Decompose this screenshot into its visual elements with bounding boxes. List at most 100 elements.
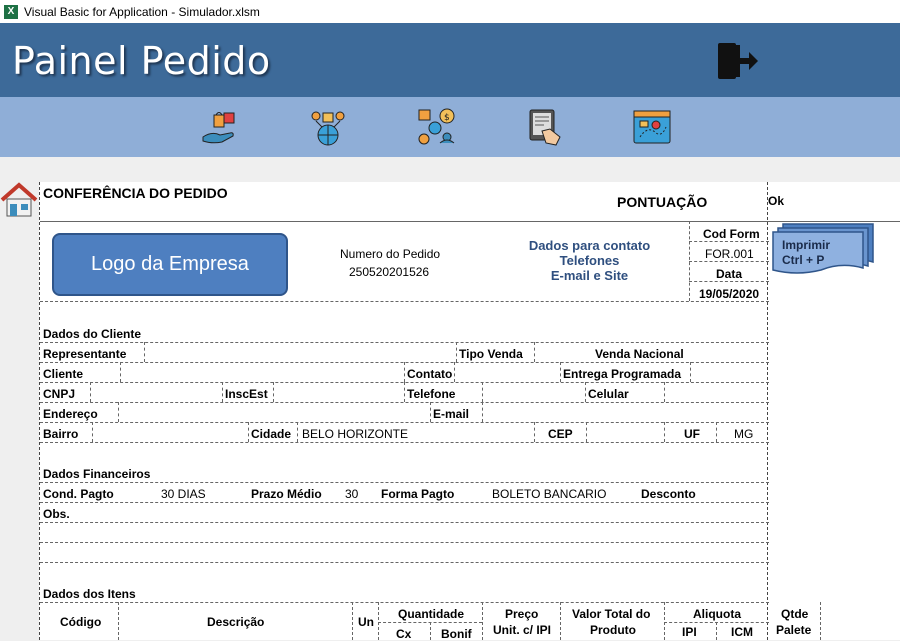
divider [40, 522, 769, 523]
tablet-touch-icon[interactable] [524, 107, 564, 147]
col-cx: Cx [396, 627, 412, 641]
page-title: Painel Pedido [12, 39, 271, 83]
itens-section-title: Dados dos Itens [43, 587, 136, 601]
col-bonif: Bonif [441, 627, 472, 641]
col-preco-unit: Unit. c/ IPI [493, 623, 552, 637]
divider [664, 602, 665, 640]
inscest-label: InscEst [225, 387, 268, 401]
divider [534, 342, 535, 362]
form-title: CONFERÊNCIA DO PEDIDO [43, 185, 228, 201]
forma-pagto-label: Forma Pagto [381, 487, 455, 501]
divider [690, 362, 691, 382]
divider [664, 382, 665, 402]
tipo-venda-label: Tipo Venda [459, 347, 523, 361]
col-descricao: Descrição [207, 615, 265, 629]
divider [689, 241, 769, 242]
divider [716, 422, 717, 442]
divider [404, 382, 405, 402]
divider [144, 342, 145, 362]
divider [454, 362, 455, 382]
divider [40, 542, 769, 543]
entrega-label: Entrega Programada [563, 367, 682, 381]
prazo-label: Prazo Médio [251, 487, 322, 501]
company-logo-button[interactable]: Logo da Empresa [52, 233, 288, 296]
exit-icon[interactable] [716, 41, 760, 81]
divider [560, 362, 561, 382]
divider [482, 382, 483, 402]
divider [40, 422, 769, 423]
divider [40, 502, 769, 503]
cond-pagto-value: 30 DIAS [161, 487, 206, 501]
cidade-label: Cidade [251, 427, 292, 441]
divider [40, 602, 769, 603]
divider [664, 422, 665, 442]
print-label-text: Imprimir [782, 238, 831, 252]
divider [222, 382, 223, 402]
divider [118, 402, 119, 422]
order-form: CONFERÊNCIA DO PEDIDO PONTUAÇÃO Logo da … [39, 182, 900, 641]
contact-info: Dados para contato Telefones E-mail e Si… [502, 238, 677, 283]
print-button[interactable]: Imprimir Ctrl + P [782, 238, 830, 268]
order-number-value: 250520201526 [349, 265, 430, 279]
divider [534, 422, 535, 442]
divider [248, 422, 249, 442]
divider [273, 382, 274, 402]
divider [378, 622, 482, 623]
divider [118, 602, 119, 640]
col-ipi: IPI [682, 625, 697, 639]
divider [560, 602, 561, 640]
col-preco: Preço [505, 607, 539, 621]
order-sheet: CONFERÊNCIA DO PEDIDO PONTUAÇÃO Logo da … [39, 182, 900, 641]
cliente-section-title: Dados do Cliente [43, 327, 142, 341]
uf-label: UF [684, 427, 700, 441]
divider [430, 622, 431, 640]
excel-icon: X [4, 4, 18, 19]
divider [90, 382, 91, 402]
contact-email-site: E-mail e Site [550, 268, 629, 283]
divider [716, 622, 717, 640]
divider [92, 422, 93, 442]
cliente-label: Cliente [43, 367, 84, 381]
email-label: E-mail [433, 407, 470, 421]
divider [40, 482, 769, 483]
print-shortcut-text: Ctrl + P [782, 253, 825, 267]
col-valor-total: Valor Total do [572, 607, 651, 621]
divider [120, 362, 121, 382]
logistics-icon[interactable]: $ [416, 107, 456, 147]
divider [40, 342, 769, 343]
forma-pagto-value: BOLETO BANCARIO [492, 487, 607, 501]
window-title: Visual Basic for Application - Simulador… [24, 4, 260, 19]
divider [689, 281, 769, 282]
bairro-label: Bairro [43, 427, 79, 441]
desconto-label: Desconto [641, 487, 696, 501]
cep-label: CEP [548, 427, 573, 441]
col-qtde: Qtde [781, 607, 809, 621]
divider [482, 402, 483, 422]
svg-text:$: $ [444, 113, 450, 123]
telefone-label: Telefone [407, 387, 456, 401]
endereco-label: Endereço [43, 407, 98, 421]
map-screen-icon[interactable] [632, 107, 672, 147]
divider [40, 402, 769, 403]
toolbar: $ [0, 97, 900, 157]
hand-cart-icon[interactable] [200, 107, 240, 147]
header-bar: Painel Pedido [0, 23, 900, 97]
col-valor-produto: Produto [590, 623, 636, 637]
obs-label: Obs. [43, 507, 70, 521]
divider [430, 402, 431, 422]
globe-network-icon[interactable] [308, 107, 348, 147]
divider [456, 342, 457, 362]
col-un: Un [358, 615, 374, 629]
divider [40, 442, 769, 443]
divider [820, 602, 821, 640]
uf-value: MG [734, 427, 754, 441]
contact-line: Dados para contato [528, 238, 651, 253]
home-icon[interactable] [0, 182, 38, 218]
financeiro-section-title: Dados Financeiros [43, 467, 151, 481]
divider [404, 362, 405, 382]
window-titlebar: X Visual Basic for Application - Simulad… [0, 0, 900, 23]
cod-form-value: FOR.001 [705, 247, 754, 261]
divider [352, 602, 353, 640]
data-label: Data [716, 267, 743, 281]
divider [40, 562, 769, 563]
